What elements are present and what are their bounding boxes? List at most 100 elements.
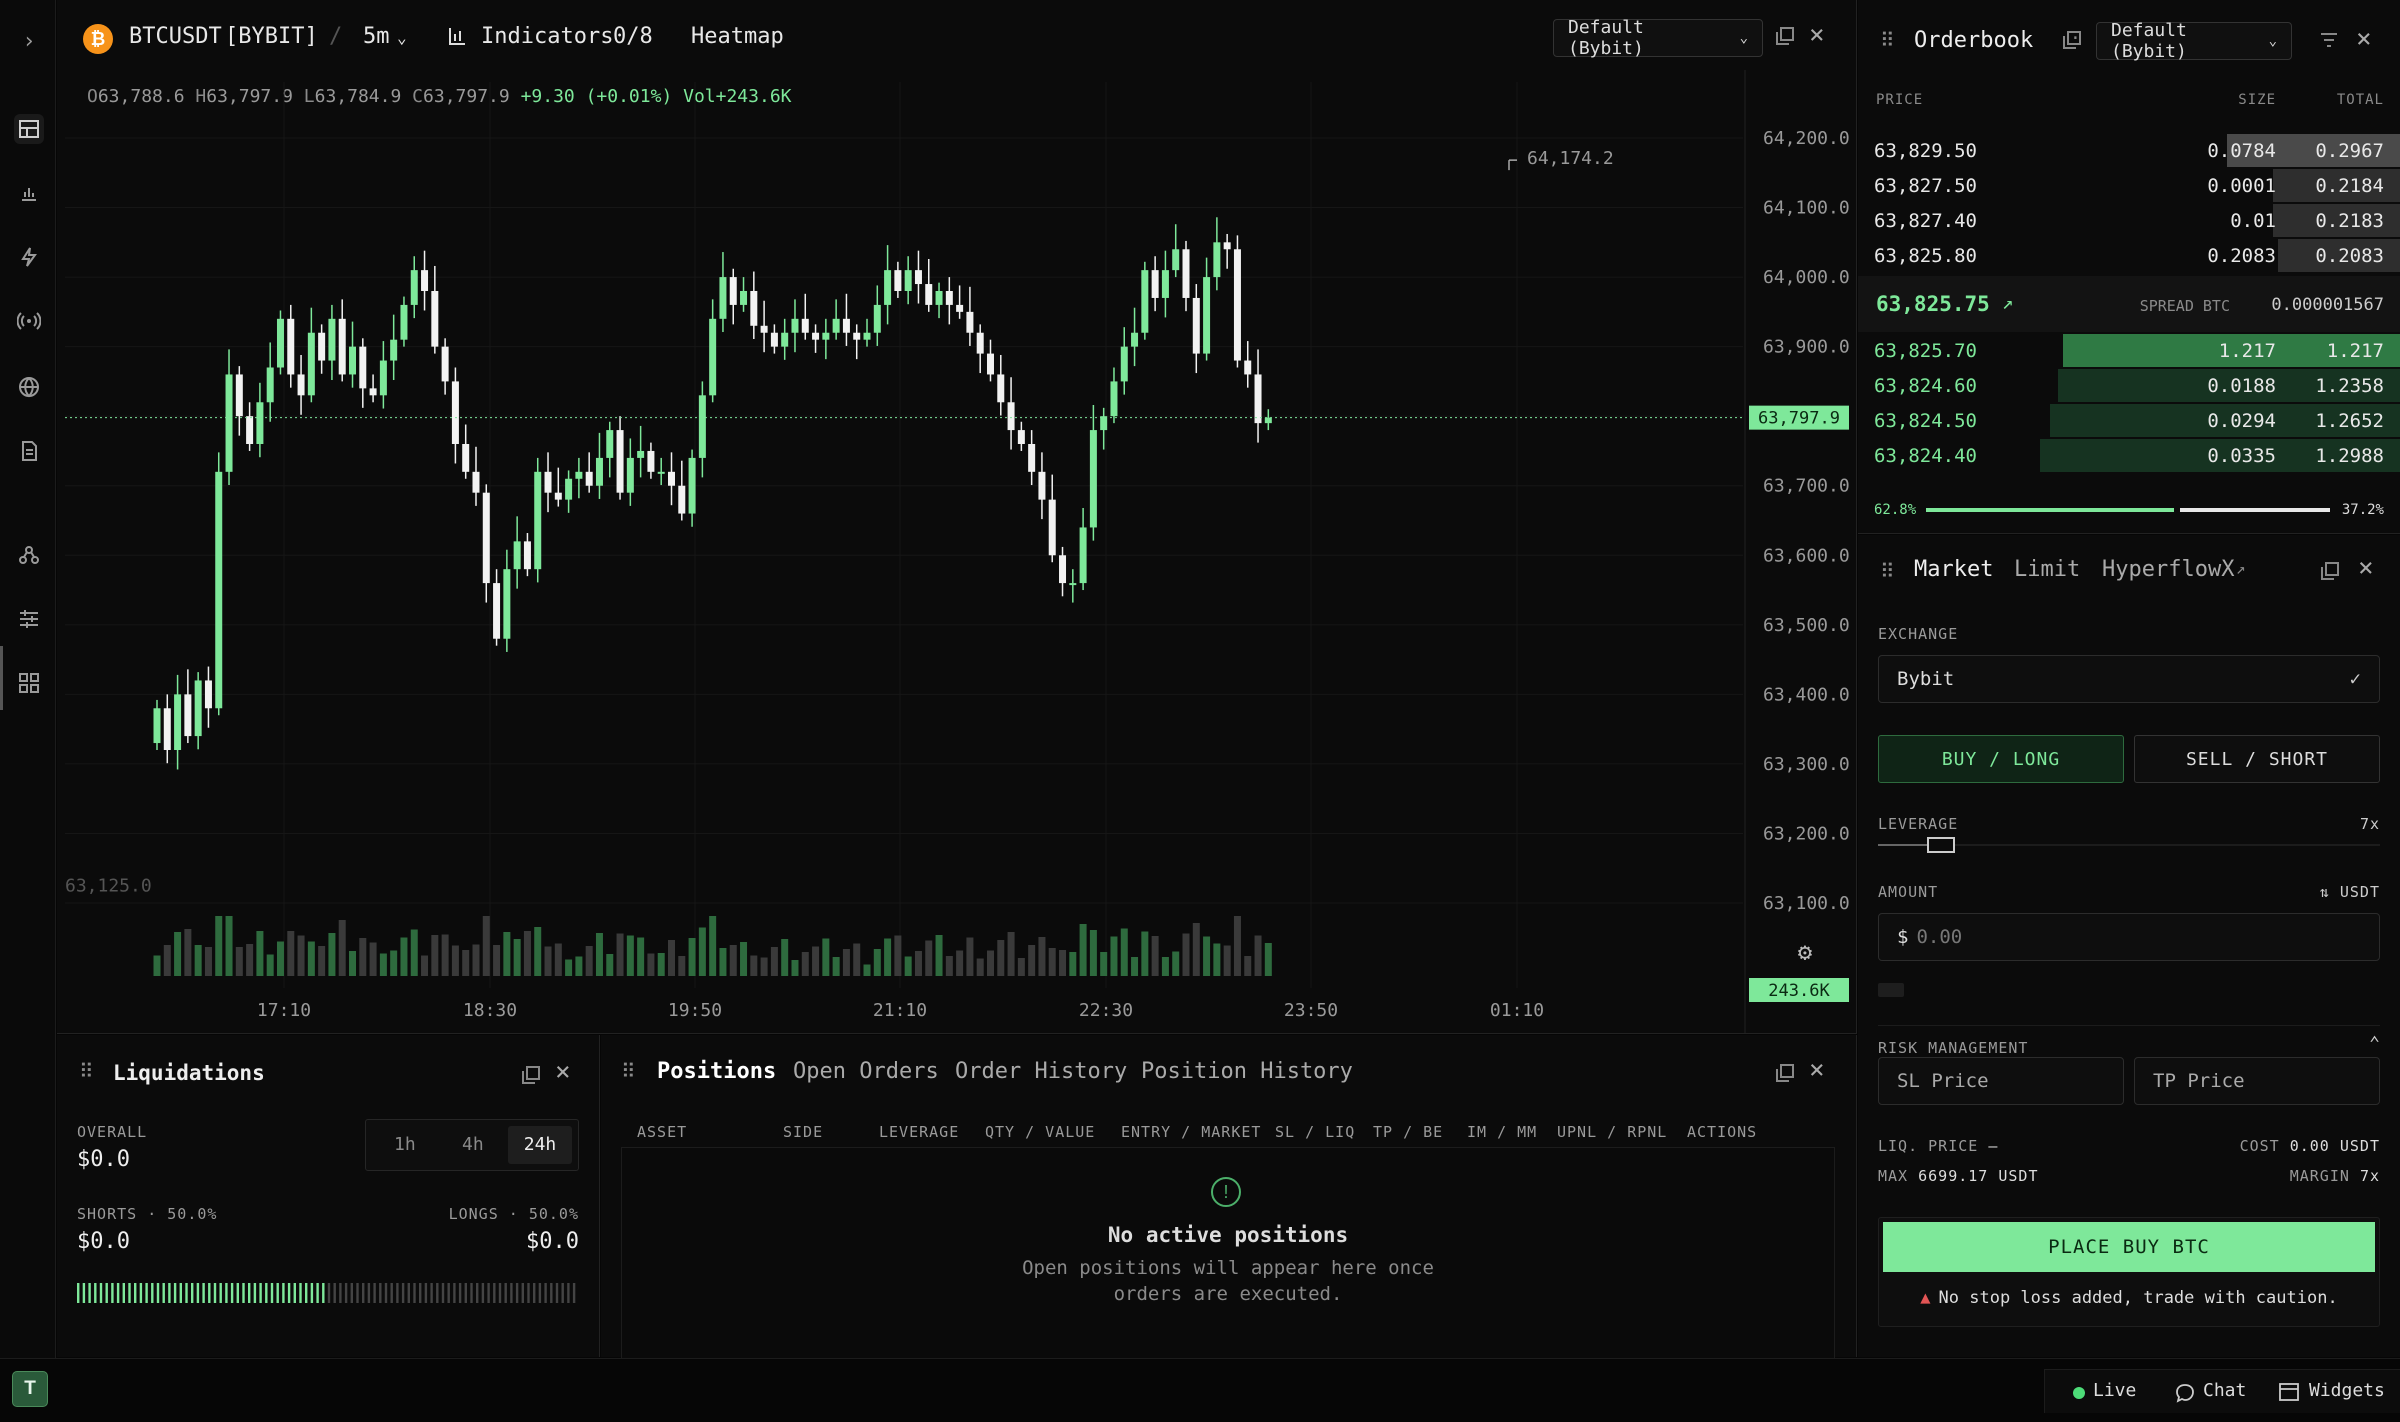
external-link-icon[interactable]: ↗ <box>2236 559 2246 578</box>
chart-settings-icon[interactable]: ⚙ <box>1798 938 1813 966</box>
buy-long-button[interactable]: BUY / LONG <box>1878 735 2124 783</box>
exchange-value: Bybit <box>1897 668 1955 690</box>
ask-row[interactable]: 63,825.80 0.2083 0.2083 <box>1858 239 2400 274</box>
amount-input[interactable]: $ 0.00 <box>1878 913 2380 961</box>
close-icon[interactable]: × <box>2358 553 2374 583</box>
sell-short-button[interactable]: SELL / SHORT <box>2134 735 2380 783</box>
widgets-button[interactable]: Widgets <box>2309 1380 2385 1401</box>
volume-bar <box>709 916 717 976</box>
tab-limit[interactable]: Limit <box>2014 557 2080 582</box>
chart-layout-select[interactable]: Default (Bybit) ⌄ <box>1553 17 1763 59</box>
liq-label-text: LIQ. PRICE <box>1878 1137 1979 1155</box>
chat-button[interactable]: Chat <box>2203 1380 2246 1401</box>
popout-icon[interactable] <box>1775 26 1795 50</box>
drag-handle-icon[interactable]: ⠿ <box>1880 559 1895 583</box>
sliders-icon[interactable] <box>14 604 44 634</box>
filter-icon[interactable] <box>2320 32 2338 52</box>
heatmap-button[interactable]: Heatmap <box>691 24 784 49</box>
chart-bars-icon[interactable] <box>14 178 44 208</box>
shorts-tick <box>162 1283 165 1303</box>
chevron-down-icon[interactable]: ⌄ <box>397 28 407 47</box>
live-indicator[interactable]: Live <box>2093 1380 2136 1401</box>
candle-body <box>441 346 449 382</box>
interval-selector[interactable]: 5m <box>363 24 390 49</box>
bid-row[interactable]: 63,825.70 1.217 1.217 <box>1858 334 2400 369</box>
candle-body <box>1069 583 1077 586</box>
ask-row[interactable]: 63,827.40 0.01 0.2183 <box>1858 204 2400 239</box>
bid-row[interactable]: 63,824.50 0.0294 1.2652 <box>1858 404 2400 439</box>
symbol-label[interactable]: BTCUSDT <box>129 24 222 49</box>
user-avatar[interactable]: T <box>12 1371 48 1407</box>
chat-icon[interactable] <box>2175 1383 2195 1407</box>
popout-icon[interactable] <box>1775 1063 1795 1087</box>
y-tick-label: 64,000.0 <box>1763 267 1850 288</box>
orderbook-layout-select[interactable]: Default (Bybit) ⌄ <box>2096 20 2292 62</box>
shorts-tick <box>122 1283 125 1303</box>
ask-row[interactable]: 63,829.50 0.0784 0.2967 <box>1858 134 2400 169</box>
bid-row[interactable]: 63,824.60 0.0188 1.2358 <box>1858 369 2400 404</box>
live-dot-icon <box>2073 1387 2085 1399</box>
close-icon[interactable]: × <box>2356 24 2372 54</box>
amount-unit-toggle[interactable]: ⇅ USDT <box>2320 883 2380 901</box>
volume-bar <box>1213 943 1221 976</box>
popout-icon[interactable] <box>2320 561 2340 585</box>
chevron-up-icon[interactable]: ⌃ <box>2369 1033 2380 1054</box>
tab-open-orders[interactable]: Open Orders <box>793 1059 939 1084</box>
network-icon[interactable] <box>14 540 44 570</box>
candle-body <box>945 291 953 305</box>
candle-body <box>225 374 233 472</box>
volume-bar <box>822 938 830 976</box>
expand-chevron-icon[interactable]: › <box>14 26 44 56</box>
range-24h[interactable]: 24h <box>508 1126 572 1164</box>
price-chart[interactable]: 64,200.064,100.064,000.063,900.063,800.0… <box>57 70 1857 1034</box>
drag-handle-icon[interactable]: ⠿ <box>79 1059 94 1083</box>
longs-tick <box>458 1283 462 1303</box>
popout-icon[interactable] <box>2062 30 2082 54</box>
tab-order-history[interactable]: Order History <box>955 1059 1127 1084</box>
amount-slider-handle[interactable] <box>1878 983 1904 997</box>
y-tick-label: 63,100.0 <box>1763 893 1850 914</box>
drag-handle-icon[interactable]: ⠿ <box>1880 28 1897 52</box>
candle-body <box>863 332 871 340</box>
candle-body <box>194 680 202 737</box>
broadcast-icon[interactable] <box>14 306 44 336</box>
range-4h[interactable]: 4h <box>462 1134 484 1155</box>
layout-icon[interactable] <box>14 114 44 144</box>
candle-body <box>914 270 922 285</box>
candle-body <box>390 339 398 361</box>
document-icon[interactable] <box>14 436 44 466</box>
volume-bar <box>1182 933 1190 976</box>
globe-icon[interactable] <box>14 372 44 402</box>
widgets-icon[interactable] <box>2279 1383 2299 1405</box>
range-1h[interactable]: 1h <box>394 1134 416 1155</box>
bid-row[interactable]: 63,824.40 0.0335 1.2988 <box>1858 439 2400 474</box>
sl-price-input[interactable]: SL Price <box>1878 1057 2124 1105</box>
volume-bar <box>668 940 675 976</box>
tab-position-history[interactable]: Position History <box>1141 1059 1353 1084</box>
chart-panel: ₿ BTCUSDT [BYBIT] / 5m ⌄ Indicators 0/8 … <box>57 0 1857 1034</box>
widgets-grid-icon[interactable] <box>14 668 44 698</box>
candle-body <box>421 270 429 291</box>
tab-positions[interactable]: Positions <box>657 1059 776 1084</box>
longs-tick <box>379 1283 382 1303</box>
slider-thumb[interactable] <box>1927 837 1955 853</box>
candle-body <box>575 471 583 479</box>
volume-bar <box>1223 945 1231 976</box>
leverage-slider[interactable] <box>1878 835 2380 855</box>
close-icon[interactable]: × <box>555 1057 571 1087</box>
drag-handle-icon[interactable]: ⠿ <box>621 1059 636 1083</box>
tab-hyperflowx[interactable]: HyperflowX <box>2102 557 2234 582</box>
indicators-button[interactable]: Indicators <box>481 24 613 49</box>
tab-market[interactable]: Market <box>1914 557 1993 582</box>
close-icon[interactable]: × <box>1809 20 1825 50</box>
indicators-icon[interactable] <box>447 26 467 50</box>
exchange-select[interactable]: Bybit ✓ <box>1878 655 2380 703</box>
popout-icon[interactable] <box>521 1065 541 1089</box>
lightning-icon[interactable] <box>14 242 44 272</box>
close-icon[interactable]: × <box>1809 1055 1825 1085</box>
status-bar: T Live Chat Widgets <box>0 1358 2400 1422</box>
volume-bar <box>595 933 603 976</box>
tp-price-input[interactable]: TP Price <box>2134 1057 2380 1105</box>
place-order-button[interactable]: PLACE BUY BTC <box>1883 1222 2375 1272</box>
ask-row[interactable]: 63,827.50 0.0001 0.2184 <box>1858 169 2400 204</box>
